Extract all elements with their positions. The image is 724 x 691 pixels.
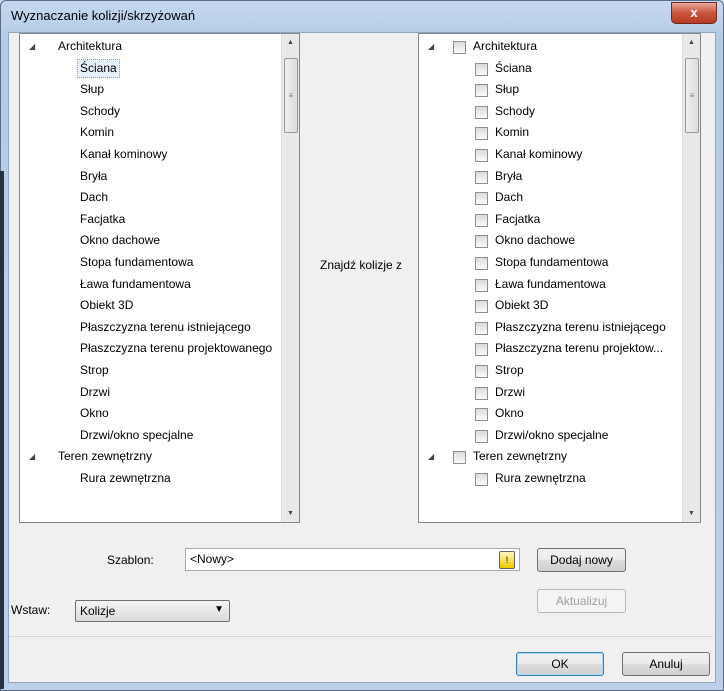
tree-item-label: Komin bbox=[80, 125, 115, 140]
close-button[interactable]: x bbox=[671, 2, 717, 24]
checkbox[interactable] bbox=[475, 127, 488, 141]
background-edge bbox=[0, 171, 4, 689]
title-bar[interactable]: Wyznaczanie kolizji/skrzyżowań x bbox=[1, 1, 723, 33]
checkbox[interactable] bbox=[475, 278, 488, 292]
tree-item-label: Facjatka bbox=[80, 211, 126, 226]
tree-item-label: Komin bbox=[495, 125, 530, 140]
scroll-up-arrow-icon[interactable]: ▲ bbox=[282, 34, 299, 51]
checkbox[interactable] bbox=[475, 343, 488, 357]
checkbox[interactable] bbox=[453, 41, 466, 54]
checkbox[interactable] bbox=[475, 257, 488, 270]
tree-item-label: Rura zewnętrzna bbox=[80, 471, 171, 485]
target-tree-scrollbar[interactable]: ▲ ≡ ▼ bbox=[682, 34, 700, 522]
template-field[interactable]: <Nowy> bbox=[185, 548, 520, 571]
checkbox[interactable] bbox=[475, 365, 488, 378]
tree-item-label: Teren zewnętrzny bbox=[473, 449, 568, 464]
scroll-thumb[interactable]: ≡ bbox=[685, 58, 699, 133]
tree-item-label: Słup bbox=[495, 82, 520, 97]
tree-item-label: Obiekt 3D bbox=[495, 298, 549, 313]
insert-label: Wstaw: bbox=[11, 603, 51, 617]
checkbox[interactable] bbox=[475, 213, 488, 227]
checkbox[interactable] bbox=[475, 192, 488, 206]
tree-item-label: Dach bbox=[495, 190, 524, 205]
tree-item-label: Schody bbox=[495, 103, 536, 118]
expand-toggle-icon[interactable]: ◢ bbox=[428, 446, 438, 467]
cancel-button[interactable]: Anuluj bbox=[622, 652, 710, 676]
tree-item-label: Słup bbox=[80, 82, 105, 97]
tree-item-label: Bryła bbox=[495, 168, 523, 183]
ok-button[interactable]: OK bbox=[516, 652, 604, 676]
update-button[interactable]: Aktualizuj bbox=[537, 589, 626, 613]
tree-item-label: Okno dachowe bbox=[495, 233, 576, 248]
checkbox[interactable] bbox=[475, 408, 488, 422]
tree-item-label: Ława fundamentowa bbox=[80, 276, 191, 291]
tree-item-label: Drzwi bbox=[80, 384, 110, 399]
tree-item-label: Ściana bbox=[495, 60, 532, 75]
tree-item-label: Ściana bbox=[77, 58, 120, 78]
tree-item-label: Stopa fundamentowa bbox=[80, 255, 194, 269]
insert-select-value: Kolizje bbox=[80, 604, 116, 618]
tree-item-label: Architektura bbox=[473, 39, 538, 53]
tree-item-label: Kanał kominowy bbox=[80, 147, 168, 161]
checkbox[interactable] bbox=[475, 300, 488, 314]
tree-item-label: Okno bbox=[495, 406, 524, 421]
expand-toggle-icon[interactable]: ◢ bbox=[29, 446, 39, 467]
scroll-up-arrow-icon[interactable]: ▲ bbox=[683, 34, 700, 51]
tree-item-label: Okno dachowe bbox=[80, 233, 161, 248]
scroll-thumb[interactable]: ≡ bbox=[284, 58, 298, 133]
tree-item-label: Drzwi bbox=[495, 384, 525, 399]
template-label: Szablon: bbox=[107, 553, 154, 567]
source-tree[interactable]: ◢ Architektura Ściana Słup Schody Komin Kanał … bbox=[19, 33, 300, 523]
find-collisions-label: Znajdź kolizje z bbox=[320, 258, 403, 272]
checkbox[interactable] bbox=[475, 105, 488, 119]
tree-item-label: Schody bbox=[80, 103, 121, 118]
checkbox[interactable] bbox=[475, 473, 488, 486]
target-tree[interactable]: ◢ Architektura Ściana Słup Schody Komin Kanał … bbox=[418, 33, 701, 523]
tree-item-label: Strop bbox=[80, 363, 109, 377]
tree-item-label: Stopa fundamentowa bbox=[495, 255, 609, 269]
tree-item-label: Architektura bbox=[58, 39, 123, 53]
template-value: <Nowy> bbox=[190, 552, 235, 566]
tree-item-label: Bryła bbox=[80, 168, 108, 183]
expand-toggle-icon[interactable]: ◢ bbox=[428, 36, 438, 57]
footer-divider bbox=[9, 636, 713, 637]
checkbox[interactable] bbox=[475, 84, 488, 98]
tree-item-label: Płaszczyzna terenu projektowanego bbox=[80, 341, 273, 356]
checkbox[interactable] bbox=[475, 321, 488, 335]
scroll-down-arrow-icon[interactable]: ▼ bbox=[683, 505, 700, 522]
tree-item-label: Płaszczyzna terenu istniejącego bbox=[80, 319, 251, 334]
checkbox[interactable] bbox=[475, 429, 488, 443]
window-title: Wyznaczanie kolizji/skrzyżowań bbox=[11, 8, 196, 23]
template-picker-icon[interactable]: ! bbox=[499, 551, 515, 569]
tree-item-label: Drzwi/okno specjalne bbox=[80, 427, 194, 442]
tree-item-label: Płaszczyzna terenu istniejącego bbox=[495, 319, 666, 334]
checkbox[interactable] bbox=[453, 451, 466, 465]
tree-item-label: Strop bbox=[495, 363, 524, 377]
checkbox[interactable] bbox=[475, 386, 488, 400]
checkbox[interactable] bbox=[475, 149, 488, 162]
chevron-down-icon: ▼ bbox=[214, 604, 224, 615]
tree-item-label: Okno bbox=[80, 406, 109, 421]
tree-item-label: Obiekt 3D bbox=[80, 298, 134, 313]
tree-item-label: Teren zewnętrzny bbox=[58, 449, 153, 464]
tree-item-label: Ława fundamentowa bbox=[495, 276, 606, 291]
add-new-button[interactable]: Dodaj nowy bbox=[537, 548, 626, 572]
source-tree-scrollbar[interactable]: ▲ ≡ ▼ bbox=[281, 34, 299, 522]
checkbox[interactable] bbox=[475, 170, 488, 184]
tree-item-label: Drzwi/okno specjalne bbox=[495, 427, 609, 442]
tree-item-label: Facjatka bbox=[495, 211, 541, 226]
checkbox[interactable] bbox=[475, 235, 488, 249]
tree-item-label: Płaszczyzna terenu projektow... bbox=[495, 341, 664, 356]
checkbox[interactable] bbox=[475, 62, 488, 76]
expand-toggle-icon[interactable]: ◢ bbox=[29, 36, 39, 57]
scroll-down-arrow-icon[interactable]: ▼ bbox=[282, 505, 299, 522]
tree-item-label: Kanał kominowy bbox=[495, 147, 583, 161]
tree-item-label: Dach bbox=[80, 190, 109, 205]
insert-select[interactable]: Kolizje ▼ bbox=[75, 600, 230, 622]
tree-item-label: Rura zewnętrzna bbox=[495, 471, 586, 485]
